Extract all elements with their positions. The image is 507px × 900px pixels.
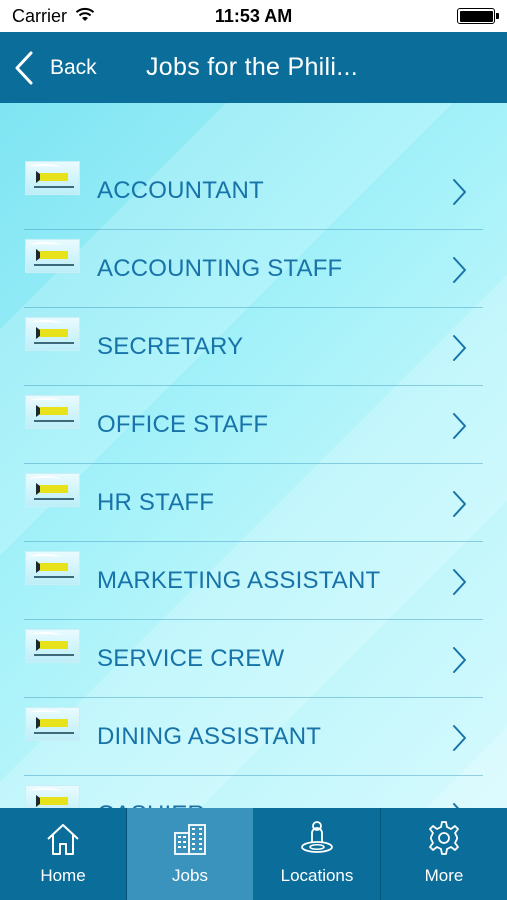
company-logo-thumbnail xyxy=(25,551,80,585)
chevron-right-icon xyxy=(451,568,467,601)
carrier-label: Carrier xyxy=(12,5,68,26)
chevron-right-icon xyxy=(451,178,467,211)
job-list-container[interactable]: ACCOUNTANT ACCOUNTING STAFF SECRETARY OF… xyxy=(0,103,507,808)
chevron-right-icon xyxy=(451,256,467,289)
list-item[interactable]: CASHIER xyxy=(24,776,483,808)
tab-label: Locations xyxy=(280,866,354,885)
chevron-right-icon xyxy=(451,412,467,445)
chevron-right-icon xyxy=(451,724,467,757)
list-item[interactable]: HR STAFF xyxy=(24,464,483,542)
job-list: ACCOUNTANT ACCOUNTING STAFF SECRETARY OF… xyxy=(0,152,507,808)
battery-fill xyxy=(459,10,493,22)
job-title: ACCOUNTANT xyxy=(97,176,264,204)
job-title: DINING ASSISTANT xyxy=(97,722,322,750)
list-item[interactable]: DINING ASSISTANT xyxy=(24,698,483,776)
tab-jobs[interactable]: Jobs xyxy=(127,808,254,900)
job-title: MARKETING ASSISTANT xyxy=(97,566,381,594)
location-person-icon xyxy=(299,820,335,866)
tab-label: Jobs xyxy=(172,866,208,885)
chevron-right-icon xyxy=(451,334,467,367)
gear-icon xyxy=(426,820,462,866)
company-logo-thumbnail xyxy=(25,629,80,663)
buildings-icon xyxy=(172,822,208,866)
list-item[interactable]: ACCOUNTING STAFF xyxy=(24,230,483,308)
job-title: HR STAFF xyxy=(97,488,215,516)
job-title: SERVICE CREW xyxy=(97,644,285,672)
status-left: Carrier xyxy=(12,6,95,27)
page-title: Jobs for the Phili... xyxy=(146,53,358,81)
list-item[interactable]: SECRETARY xyxy=(24,308,483,386)
tab-bar: Home Jobs Locations More xyxy=(0,808,507,900)
tab-label: Home xyxy=(40,866,86,885)
list-item[interactable]: ACCOUNTANT xyxy=(24,152,483,230)
company-logo-thumbnail xyxy=(25,707,80,741)
job-title: CASHIER xyxy=(97,801,205,809)
tab-locations[interactable]: Locations xyxy=(254,808,381,900)
home-icon xyxy=(45,822,81,866)
chevron-left-icon xyxy=(14,51,34,85)
tab-more[interactable]: More xyxy=(381,808,507,900)
status-bar: Carrier 11:53 AM xyxy=(0,0,507,32)
company-logo-thumbnail xyxy=(25,395,80,429)
chevron-right-icon xyxy=(451,646,467,679)
chevron-right-icon xyxy=(451,490,467,523)
company-logo-thumbnail xyxy=(25,317,80,351)
company-logo-thumbnail xyxy=(25,239,80,273)
list-item[interactable]: SERVICE CREW xyxy=(24,620,483,698)
job-title: ACCOUNTING STAFF xyxy=(97,254,343,282)
nav-bar: Back Jobs for the Phili... xyxy=(0,32,507,103)
company-logo-thumbnail xyxy=(25,473,80,507)
battery-icon xyxy=(457,8,499,24)
tab-home[interactable]: Home xyxy=(0,808,127,900)
tab-label: More xyxy=(424,866,464,885)
company-logo-thumbnail xyxy=(25,785,80,808)
list-item[interactable]: MARKETING ASSISTANT xyxy=(24,542,483,620)
job-title: OFFICE STAFF xyxy=(97,410,269,438)
company-logo-thumbnail xyxy=(25,161,80,195)
job-title: SECRETARY xyxy=(97,332,244,360)
back-button[interactable]: Back xyxy=(0,32,97,103)
list-item[interactable]: OFFICE STAFF xyxy=(24,386,483,464)
back-label: Back xyxy=(50,55,97,79)
wifi-icon xyxy=(75,6,95,27)
